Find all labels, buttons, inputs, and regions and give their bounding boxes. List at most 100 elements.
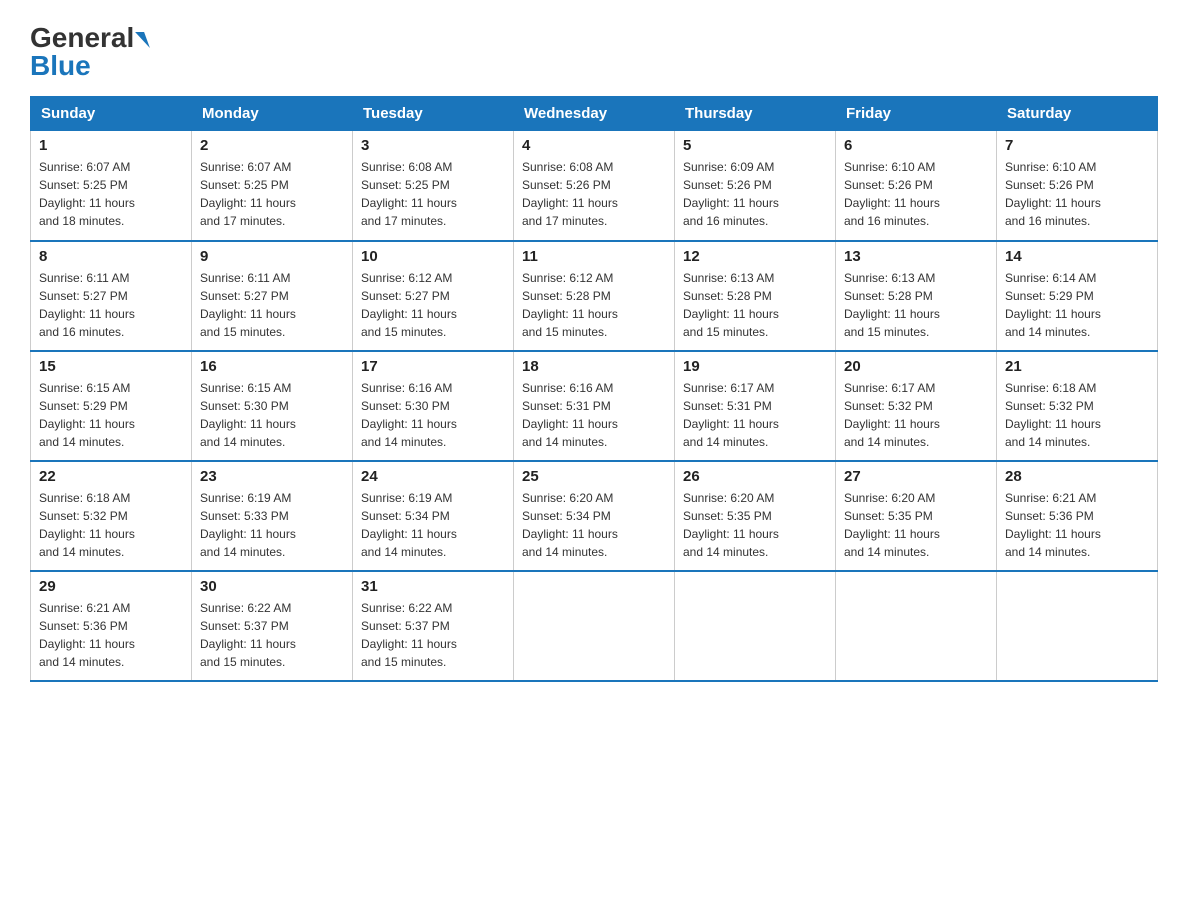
- calendar-cell: 9 Sunrise: 6:11 AMSunset: 5:27 PMDaylight…: [192, 241, 353, 351]
- day-number: 23: [200, 468, 344, 485]
- calendar-cell: 3 Sunrise: 6:08 AMSunset: 5:25 PMDaylight…: [353, 131, 514, 241]
- calendar-cell: 17 Sunrise: 6:16 AMSunset: 5:30 PMDayligh…: [353, 351, 514, 461]
- day-number: 15: [39, 358, 183, 375]
- day-info: Sunrise: 6:18 AMSunset: 5:32 PMDaylight:…: [1005, 379, 1149, 451]
- day-number: 26: [683, 468, 827, 485]
- day-info: Sunrise: 6:12 AMSunset: 5:27 PMDaylight:…: [361, 269, 505, 341]
- day-info: Sunrise: 6:21 AMSunset: 5:36 PMDaylight:…: [1005, 489, 1149, 561]
- day-info: Sunrise: 6:13 AMSunset: 5:28 PMDaylight:…: [683, 269, 827, 341]
- day-number: 14: [1005, 248, 1149, 265]
- calendar-cell: 21 Sunrise: 6:18 AMSunset: 5:32 PMDayligh…: [997, 351, 1158, 461]
- calendar-cell: 14 Sunrise: 6:14 AMSunset: 5:29 PMDayligh…: [997, 241, 1158, 351]
- calendar-cell: 16 Sunrise: 6:15 AMSunset: 5:30 PMDayligh…: [192, 351, 353, 461]
- calendar-table: SundayMondayTuesdayWednesdayThursdayFrid…: [30, 96, 1158, 682]
- day-number: 4: [522, 137, 666, 154]
- calendar-cell: [836, 571, 997, 681]
- day-number: 13: [844, 248, 988, 265]
- calendar-cell: 22Sunrise: 6:18 AMSunset: 5:32 PMDayligh…: [31, 461, 192, 571]
- day-number: 6: [844, 137, 988, 154]
- day-number: 31: [361, 578, 505, 595]
- calendar-cell: 1 Sunrise: 6:07 AMSunset: 5:25 PMDaylight…: [31, 131, 192, 241]
- calendar-cell: [514, 571, 675, 681]
- day-info: Sunrise: 6:19 AMSunset: 5:33 PMDaylight:…: [200, 489, 344, 561]
- calendar-cell: 15Sunrise: 6:15 AMSunset: 5:29 PMDayligh…: [31, 351, 192, 461]
- day-number: 1: [39, 137, 183, 154]
- day-number: 19: [683, 358, 827, 375]
- calendar-cell: [997, 571, 1158, 681]
- header-thursday: Thursday: [675, 97, 836, 131]
- day-info: Sunrise: 6:22 AMSunset: 5:37 PMDaylight:…: [361, 599, 505, 671]
- day-info: Sunrise: 6:14 AMSunset: 5:29 PMDaylight:…: [1005, 269, 1149, 341]
- calendar-cell: 18 Sunrise: 6:16 AMSunset: 5:31 PMDayligh…: [514, 351, 675, 461]
- calendar-cell: 10 Sunrise: 6:12 AMSunset: 5:27 PMDayligh…: [353, 241, 514, 351]
- calendar-week-row: 22Sunrise: 6:18 AMSunset: 5:32 PMDayligh…: [31, 461, 1158, 571]
- day-info: Sunrise: 6:19 AMSunset: 5:34 PMDaylight:…: [361, 489, 505, 561]
- day-number: 21: [1005, 358, 1149, 375]
- calendar-cell: [675, 571, 836, 681]
- day-info: Sunrise: 6:16 AMSunset: 5:30 PMDaylight:…: [361, 379, 505, 451]
- logo-blue: Blue: [30, 52, 147, 80]
- calendar-cell: 19 Sunrise: 6:17 AMSunset: 5:31 PMDayligh…: [675, 351, 836, 461]
- header-monday: Monday: [192, 97, 353, 131]
- calendar-week-row: 29 Sunrise: 6:21 AMSunset: 5:36 PMDayligh…: [31, 571, 1158, 681]
- calendar-cell: 30Sunrise: 6:22 AMSunset: 5:37 PMDayligh…: [192, 571, 353, 681]
- day-info: Sunrise: 6:20 AMSunset: 5:35 PMDaylight:…: [844, 489, 988, 561]
- day-number: 5: [683, 137, 827, 154]
- calendar-week-row: 8 Sunrise: 6:11 AMSunset: 5:27 PMDaylight…: [31, 241, 1158, 351]
- day-info: Sunrise: 6:12 AMSunset: 5:28 PMDaylight:…: [522, 269, 666, 341]
- day-number: 24: [361, 468, 505, 485]
- day-number: 30: [200, 578, 344, 595]
- calendar-cell: 2Sunrise: 6:07 AMSunset: 5:25 PMDaylight…: [192, 131, 353, 241]
- calendar-cell: 11 Sunrise: 6:12 AMSunset: 5:28 PMDayligh…: [514, 241, 675, 351]
- day-info: Sunrise: 6:15 AMSunset: 5:30 PMDaylight:…: [200, 379, 344, 451]
- day-info: Sunrise: 6:10 AMSunset: 5:26 PMDaylight:…: [844, 158, 988, 230]
- day-info: Sunrise: 6:21 AMSunset: 5:36 PMDaylight:…: [39, 599, 183, 671]
- day-info: Sunrise: 6:09 AMSunset: 5:26 PMDaylight:…: [683, 158, 827, 230]
- day-number: 25: [522, 468, 666, 485]
- calendar-week-row: 15Sunrise: 6:15 AMSunset: 5:29 PMDayligh…: [31, 351, 1158, 461]
- calendar-cell: 4 Sunrise: 6:08 AMSunset: 5:26 PMDaylight…: [514, 131, 675, 241]
- header-wednesday: Wednesday: [514, 97, 675, 131]
- day-info: Sunrise: 6:08 AMSunset: 5:25 PMDaylight:…: [361, 158, 505, 230]
- calendar-cell: 7 Sunrise: 6:10 AMSunset: 5:26 PMDaylight…: [997, 131, 1158, 241]
- day-info: Sunrise: 6:07 AMSunset: 5:25 PMDaylight:…: [39, 158, 183, 230]
- logo: General Blue: [30, 24, 147, 80]
- header-tuesday: Tuesday: [353, 97, 514, 131]
- day-number: 10: [361, 248, 505, 265]
- day-number: 8: [39, 248, 183, 265]
- day-info: Sunrise: 6:13 AMSunset: 5:28 PMDaylight:…: [844, 269, 988, 341]
- day-info: Sunrise: 6:16 AMSunset: 5:31 PMDaylight:…: [522, 379, 666, 451]
- calendar-cell: 13 Sunrise: 6:13 AMSunset: 5:28 PMDayligh…: [836, 241, 997, 351]
- day-number: 3: [361, 137, 505, 154]
- header-sunday: Sunday: [31, 97, 192, 131]
- day-number: 27: [844, 468, 988, 485]
- calendar-cell: 26 Sunrise: 6:20 AMSunset: 5:35 PMDayligh…: [675, 461, 836, 571]
- calendar-cell: 6 Sunrise: 6:10 AMSunset: 5:26 PMDaylight…: [836, 131, 997, 241]
- header-friday: Friday: [836, 97, 997, 131]
- day-number: 29: [39, 578, 183, 595]
- calendar-cell: 20Sunrise: 6:17 AMSunset: 5:32 PMDayligh…: [836, 351, 997, 461]
- calendar-cell: 31 Sunrise: 6:22 AMSunset: 5:37 PMDayligh…: [353, 571, 514, 681]
- calendar-cell: 29 Sunrise: 6:21 AMSunset: 5:36 PMDayligh…: [31, 571, 192, 681]
- calendar-cell: 25 Sunrise: 6:20 AMSunset: 5:34 PMDayligh…: [514, 461, 675, 571]
- day-number: 7: [1005, 137, 1149, 154]
- day-info: Sunrise: 6:08 AMSunset: 5:26 PMDaylight:…: [522, 158, 666, 230]
- day-number: 16: [200, 358, 344, 375]
- calendar-cell: 5 Sunrise: 6:09 AMSunset: 5:26 PMDaylight…: [675, 131, 836, 241]
- calendar-cell: 27 Sunrise: 6:20 AMSunset: 5:35 PMDayligh…: [836, 461, 997, 571]
- day-number: 17: [361, 358, 505, 375]
- day-number: 11: [522, 248, 666, 265]
- day-info: Sunrise: 6:07 AMSunset: 5:25 PMDaylight:…: [200, 158, 344, 230]
- day-number: 18: [522, 358, 666, 375]
- day-info: Sunrise: 6:20 AMSunset: 5:35 PMDaylight:…: [683, 489, 827, 561]
- day-info: Sunrise: 6:18 AMSunset: 5:32 PMDaylight:…: [39, 489, 183, 561]
- header-saturday: Saturday: [997, 97, 1158, 131]
- calendar-cell: 8 Sunrise: 6:11 AMSunset: 5:27 PMDaylight…: [31, 241, 192, 351]
- calendar-cell: 28Sunrise: 6:21 AMSunset: 5:36 PMDayligh…: [997, 461, 1158, 571]
- day-info: Sunrise: 6:20 AMSunset: 5:34 PMDaylight:…: [522, 489, 666, 561]
- day-info: Sunrise: 6:10 AMSunset: 5:26 PMDaylight:…: [1005, 158, 1149, 230]
- day-info: Sunrise: 6:17 AMSunset: 5:31 PMDaylight:…: [683, 379, 827, 451]
- day-info: Sunrise: 6:11 AMSunset: 5:27 PMDaylight:…: [200, 269, 344, 341]
- day-number: 9: [200, 248, 344, 265]
- day-info: Sunrise: 6:11 AMSunset: 5:27 PMDaylight:…: [39, 269, 183, 341]
